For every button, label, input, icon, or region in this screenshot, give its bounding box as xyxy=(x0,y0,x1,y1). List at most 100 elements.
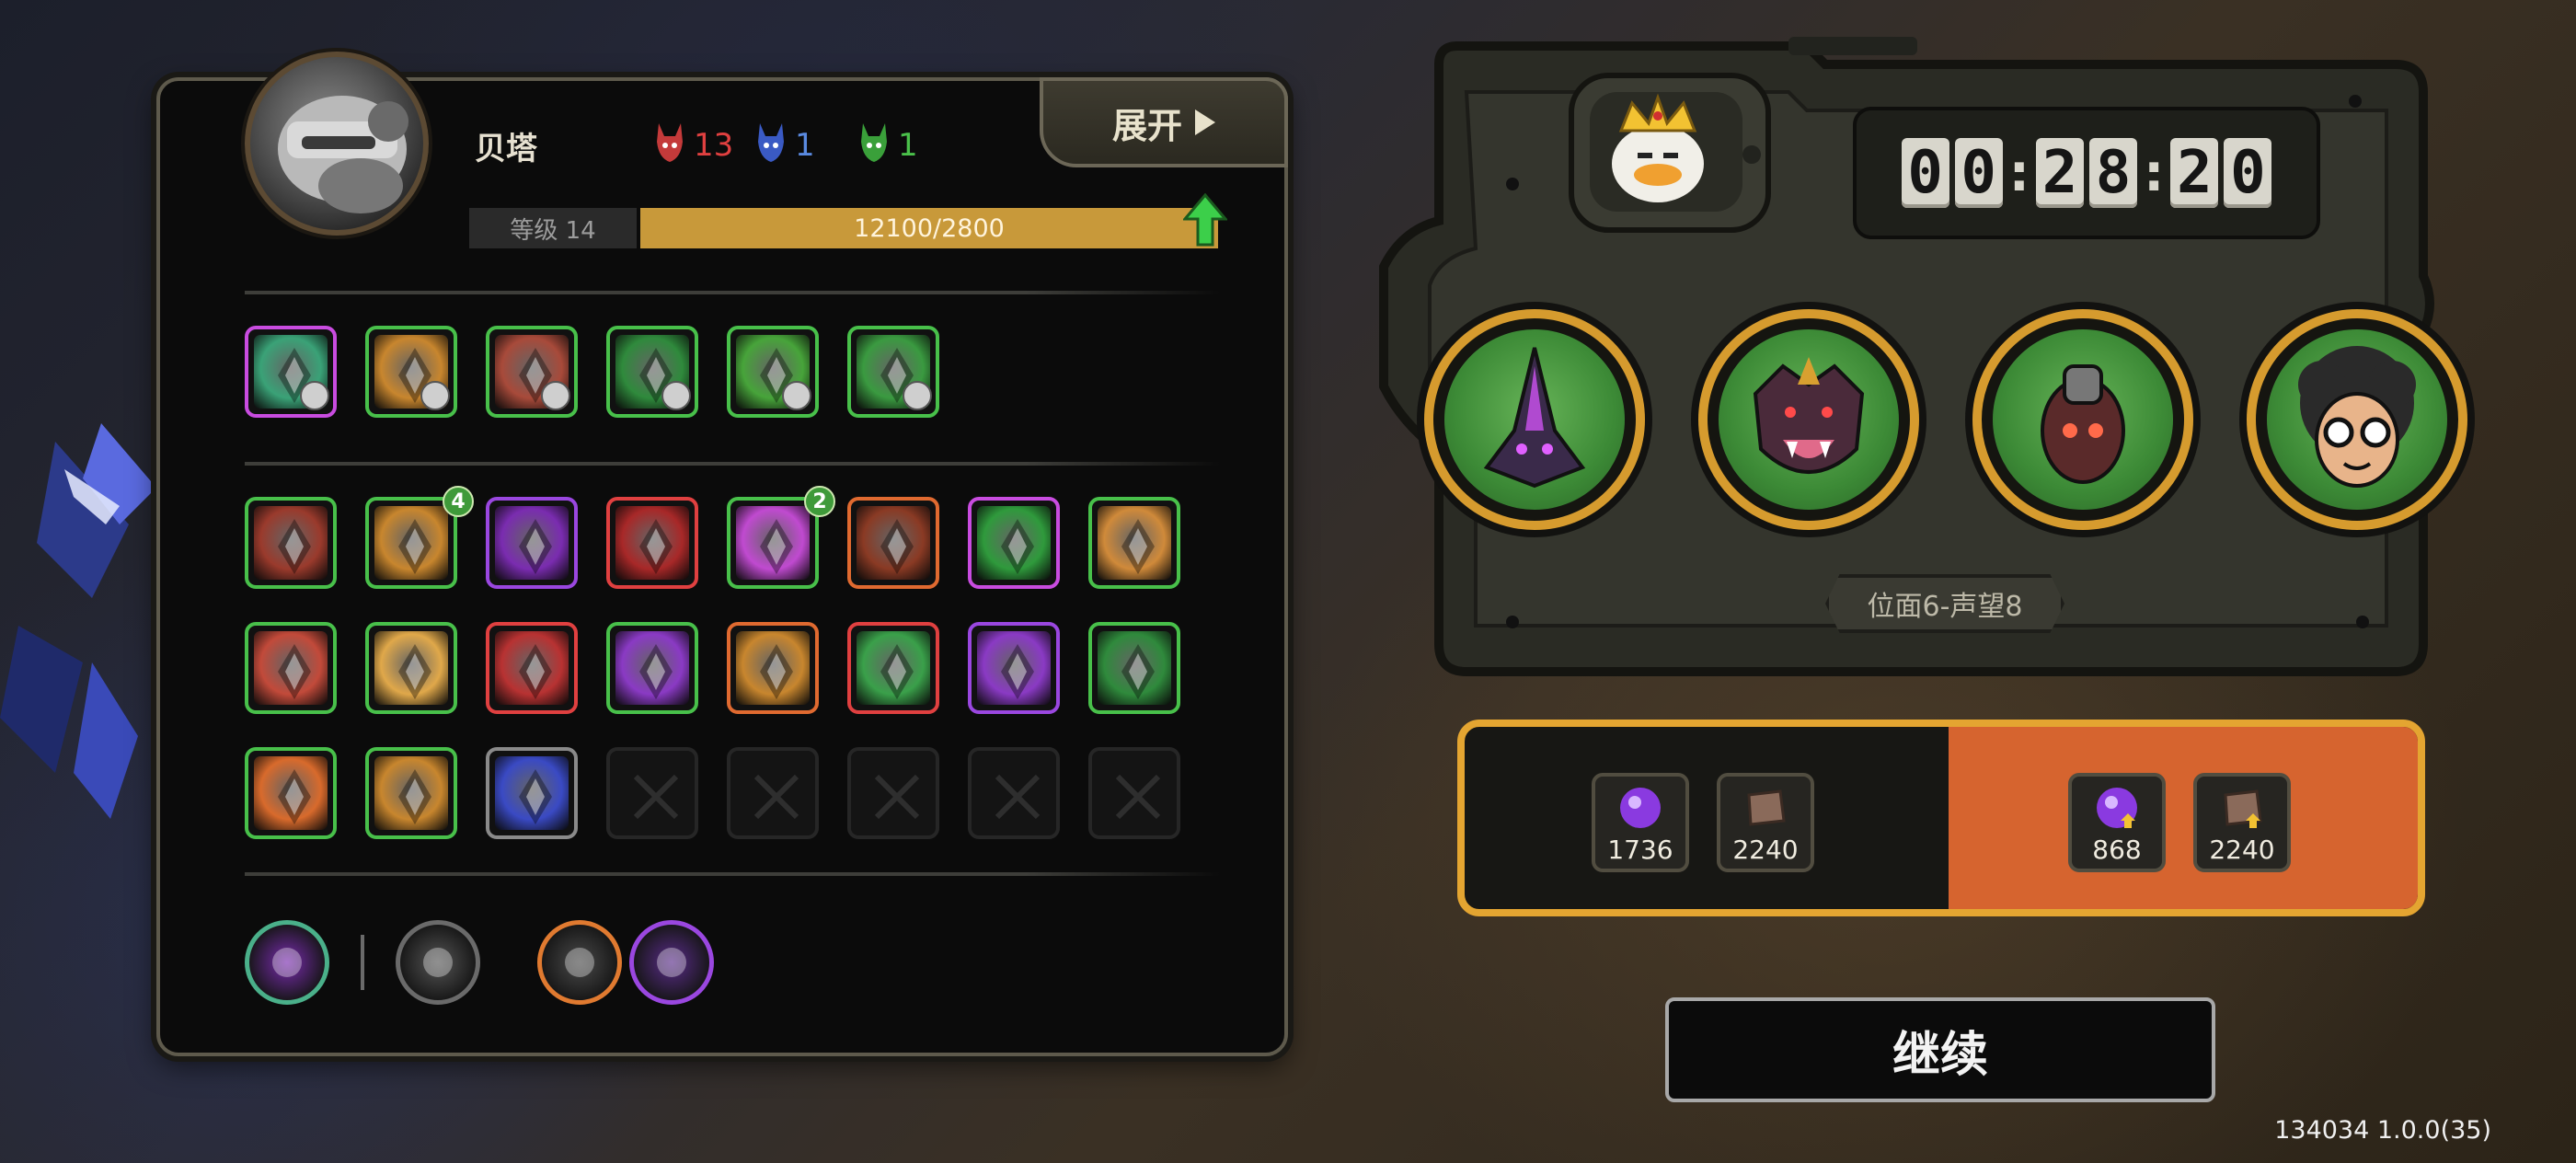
bolt-skill-icon xyxy=(977,506,1051,580)
reward-item[interactable]: 868 xyxy=(2068,773,2166,872)
arrow-skill-icon xyxy=(254,631,328,705)
timer-digit: 2 xyxy=(2170,138,2219,208)
skill-slot[interactable] xyxy=(365,747,457,839)
separator xyxy=(361,935,364,990)
skill-slot[interactable] xyxy=(365,326,457,418)
empty-x-icon xyxy=(1115,774,1161,820)
skill-slot[interactable] xyxy=(727,497,819,589)
empty-x-icon xyxy=(753,774,799,820)
reward-item[interactable]: 1736 xyxy=(1592,773,1689,872)
skill-slot[interactable] xyxy=(847,497,939,589)
chain-skill-icon xyxy=(1098,506,1171,580)
skill-slot[interactable] xyxy=(847,326,939,418)
divider xyxy=(245,291,1220,294)
reward-value: 2240 xyxy=(2209,835,2275,865)
robot-head-icon xyxy=(278,96,408,213)
skill-slot[interactable] xyxy=(486,747,578,839)
shield-skill-icon xyxy=(857,631,930,705)
red-stat-value: 13 xyxy=(694,127,734,164)
rarity-tag-icon xyxy=(782,381,811,410)
character-panel: 展开 贝塔 13 1 1 等级 14 12100/2800 4 2 xyxy=(156,52,1288,1056)
insect-hero-icon xyxy=(1444,329,1625,510)
crown-spike-skill-icon xyxy=(495,506,569,580)
skill-slot[interactable] xyxy=(486,622,578,714)
expand-button[interactable]: 展开 xyxy=(1040,77,1288,167)
gate-icon[interactable] xyxy=(537,920,622,1005)
skill-slot[interactable] xyxy=(486,497,578,589)
scythe-skill-icon xyxy=(977,631,1051,705)
avatar[interactable] xyxy=(245,52,429,236)
rarity-tag-icon xyxy=(300,381,329,410)
hero-slot-2[interactable] xyxy=(1698,309,1919,530)
stack-count-badge: 4 xyxy=(443,486,474,517)
skill-slot[interactable] xyxy=(606,326,698,418)
beast-skill-icon xyxy=(615,631,689,705)
hero-slot-1[interactable] xyxy=(1424,309,1645,530)
skill-slot[interactable] xyxy=(847,622,939,714)
skill-slot[interactable] xyxy=(968,622,1060,714)
skill-slot[interactable] xyxy=(245,747,337,839)
slash-skill-icon xyxy=(615,506,689,580)
skill-slot[interactable] xyxy=(245,622,337,714)
sunrise-skill-icon xyxy=(374,631,448,705)
hero-slot-4[interactable] xyxy=(2247,309,2467,530)
level-label: 等级 14 xyxy=(469,208,637,248)
timer-digit: 0 xyxy=(1954,138,2003,208)
rockfall-skill-icon xyxy=(374,756,448,830)
exp-text: 12100/2800 xyxy=(854,213,1005,243)
beetle-hero-icon xyxy=(1993,329,2173,510)
empty-skill-slot xyxy=(727,747,819,839)
rarity-tag-icon xyxy=(541,381,570,410)
green-stat: 1 xyxy=(857,120,918,164)
timer-digit: 2 xyxy=(2036,138,2084,208)
hero-slot-3[interactable] xyxy=(1972,309,2193,530)
blade-skill-icon xyxy=(495,631,569,705)
sword-icon[interactable] xyxy=(396,920,480,1005)
hand-skill-icon xyxy=(254,506,328,580)
empty-x-icon xyxy=(874,774,920,820)
skill-slot[interactable] xyxy=(606,497,698,589)
phoenix-skill-icon xyxy=(254,756,328,830)
storm-skill-icon xyxy=(495,756,569,830)
skill-slot[interactable] xyxy=(365,497,457,589)
skill-slot[interactable] xyxy=(245,326,337,418)
wing-icon[interactable] xyxy=(629,920,714,1005)
red-beetle-icon xyxy=(657,123,683,162)
rarity-tag-icon xyxy=(903,381,932,410)
timer-digit: 8 xyxy=(2089,138,2137,208)
reward-highlight-area[interactable] xyxy=(1949,727,2418,909)
crown-duck-icon[interactable] xyxy=(1568,72,1772,234)
skill-slot[interactable] xyxy=(727,326,819,418)
skill-slot[interactable] xyxy=(245,497,337,589)
rarity-tag-icon xyxy=(420,381,450,410)
skill-slot[interactable] xyxy=(727,622,819,714)
red-stat: 13 xyxy=(653,120,733,164)
expand-label: 展开 xyxy=(1111,105,1182,146)
blue-beetle-icon xyxy=(758,123,784,162)
skill-slot[interactable] xyxy=(968,497,1060,589)
timer-display: 0 0 : 2 8 : 2 0 xyxy=(1853,107,2320,239)
blue-stat: 1 xyxy=(754,120,815,164)
empty-skill-slot xyxy=(606,747,698,839)
reward-item[interactable]: 2240 xyxy=(1717,773,1814,872)
vortex-icon[interactable] xyxy=(245,920,329,1005)
empty-x-icon xyxy=(995,774,1041,820)
skill-slot[interactable] xyxy=(606,622,698,714)
player-name: 贝塔 xyxy=(475,131,537,167)
burst-skill-icon xyxy=(374,506,448,580)
skill-slot[interactable] xyxy=(365,622,457,714)
reward-value: 868 xyxy=(2092,835,2142,865)
empty-x-icon xyxy=(633,774,679,820)
reward-item[interactable]: 2240 xyxy=(2193,773,2291,872)
position-label: 位面6-声望8 xyxy=(1825,574,2064,633)
skill-slot[interactable] xyxy=(1088,497,1180,589)
timer-digit: 0 xyxy=(1901,138,1949,208)
stack-count-badge: 2 xyxy=(804,486,835,517)
continue-button[interactable]: 继续 xyxy=(1665,997,2215,1102)
level-up-arrow-icon[interactable] xyxy=(1183,193,1227,247)
skill-slot[interactable] xyxy=(486,326,578,418)
version-label: 134034 1.0.0(35) xyxy=(2274,1116,2491,1145)
skill-slot[interactable] xyxy=(1088,622,1180,714)
play-triangle-icon xyxy=(1195,109,1215,135)
glasses-hero-icon xyxy=(2267,329,2447,510)
